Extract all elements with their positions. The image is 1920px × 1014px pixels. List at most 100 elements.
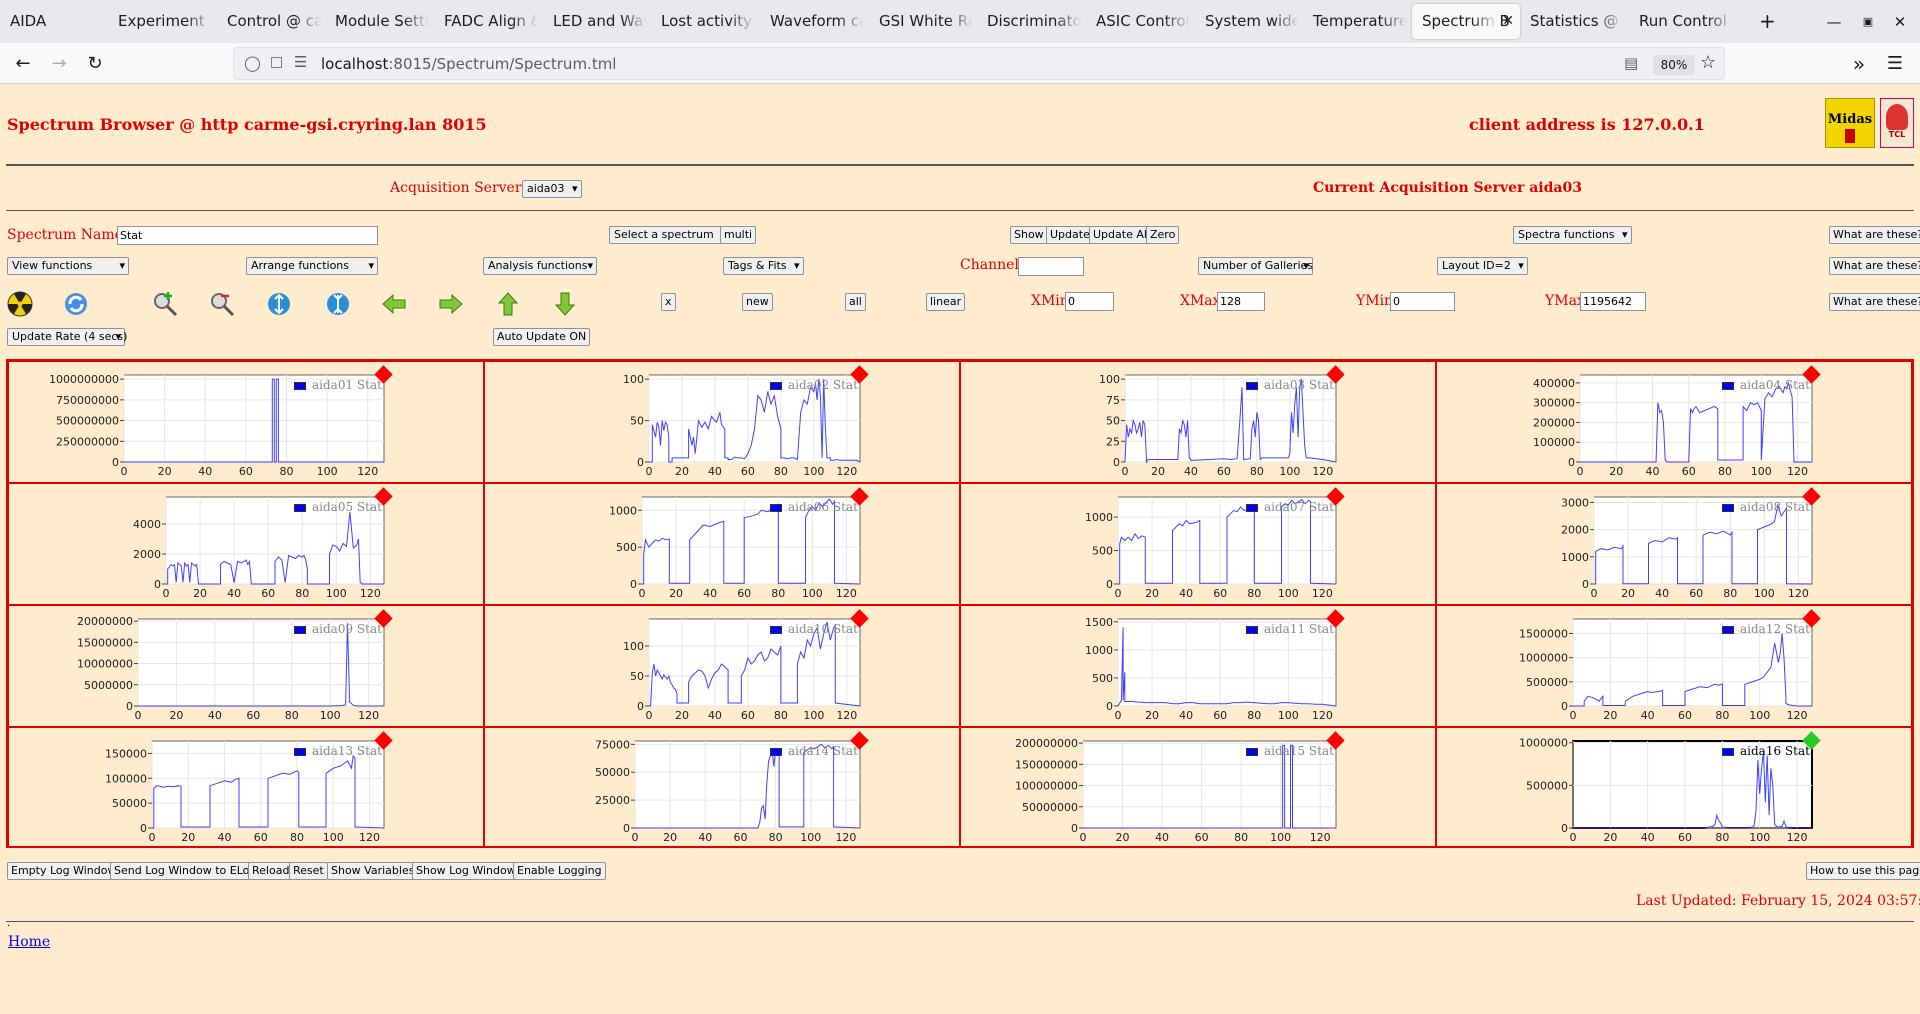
gallery-cell[interactable]: 0 20 40 60 80 100 120 0 5000000 10000000 15000000 2… xyxy=(8,605,484,727)
forward-icon[interactable]: → xyxy=(44,49,74,79)
update-rate-dropdown[interactable]: Update Rate (4 secs) xyxy=(7,328,127,346)
browser-tab[interactable]: Discriminator xyxy=(977,4,1081,39)
layout-dropdown[interactable]: Layout ID=2 xyxy=(1437,257,1528,275)
update-all-button[interactable]: Update All xyxy=(1089,226,1154,244)
how-to-use-button[interactable]: How to use this page xyxy=(1806,862,1920,880)
home-link[interactable]: Home xyxy=(8,934,50,950)
close-tab-icon[interactable]: ✕ xyxy=(1502,4,1514,39)
gallery-cell[interactable]: 0 20 40 60 80 100 120 0 25000 50000 75000 aida14 St… xyxy=(484,727,960,848)
enable-logging-button[interactable]: Enable Logging xyxy=(513,862,606,880)
select-spectrum-dropdown[interactable]: Select a spectrum xyxy=(609,226,731,244)
menu-icon[interactable]: ☰ xyxy=(1880,49,1910,79)
xmin-input[interactable]: 0 xyxy=(1065,292,1114,311)
browser-tab[interactable]: Run Control ( xyxy=(1629,4,1733,39)
spectrum-name-input[interactable]: Stat xyxy=(117,226,378,245)
url-text[interactable]: localhost:8015/Spectrum/Spectrum.tml xyxy=(321,48,616,80)
spectrum-chart[interactable]: 0 20 40 60 80 100 120 0 1000 2000 3000 xyxy=(1437,484,1912,605)
gallery-cell[interactable]: 0 20 40 60 80 100 120 0 50000000 100000000 1500000… xyxy=(960,727,1436,848)
what-are-these-button[interactable]: What are these? xyxy=(1829,226,1920,244)
compress-vertical-icon[interactable] xyxy=(324,290,352,318)
new-button[interactable]: new xyxy=(742,293,773,311)
gallery-cell[interactable]: 0 20 40 60 80 100 120 0 50 100 aida10 Stat xyxy=(484,605,960,727)
gallery-cell[interactable]: 0 20 40 60 80 100 120 0 50000 100000 150000 aida13 … xyxy=(8,727,484,848)
acq-server-select[interactable]: aida03 xyxy=(522,180,582,198)
browser-tab[interactable]: Spectrum B ✕ xyxy=(1412,4,1520,39)
multi-button[interactable]: multi xyxy=(720,226,757,244)
shield-icon[interactable]: ◯ xyxy=(244,54,261,72)
what-are-these-button[interactable]: What are these? xyxy=(1829,293,1920,311)
spectrum-chart[interactable]: 0 20 40 60 80 100 120 0 25 50 75 100 xyxy=(961,362,1436,483)
minimize-icon[interactable]: — xyxy=(1820,8,1848,36)
spectrum-chart[interactable]: 0 20 40 60 80 100 120 0 50000000 100000000 1500000… xyxy=(961,728,1436,848)
reload-button[interactable]: Reload xyxy=(248,862,294,880)
send-log-elog-button[interactable]: Send Log Window to ELog xyxy=(110,862,261,880)
spectrum-chart[interactable]: 0 20 40 60 80 100 120 0 25000 50000 75000 xyxy=(485,728,960,848)
permissions-icon[interactable]: ☰ xyxy=(294,53,307,71)
spectrum-chart[interactable]: 0 20 40 60 80 100 120 0 2000 4000 xyxy=(9,484,484,605)
ymin-input[interactable]: 0 xyxy=(1390,292,1455,311)
overflow-chevron-icon[interactable]: » xyxy=(1844,49,1874,79)
show-button[interactable]: Show xyxy=(1010,226,1048,244)
spectrum-chart[interactable]: 0 20 40 60 80 100 120 0 100000 200000 300000 400000 xyxy=(1437,362,1912,483)
radiation-icon[interactable] xyxy=(6,290,34,318)
auto-update-button[interactable]: Auto Update ON xyxy=(493,328,591,346)
gallery-cell[interactable]: 0 20 40 60 80 100 120 0 25 50 75 100 aida03 Stat xyxy=(960,361,1436,483)
browser-tab[interactable]: Control @ ca xyxy=(217,4,321,39)
number-of-galleries-dropdown[interactable]: Number of Galleries xyxy=(1198,257,1313,275)
browser-tab[interactable]: Lost activity r xyxy=(651,4,755,39)
channel-input[interactable] xyxy=(1018,257,1084,276)
gallery-cell[interactable]: 0 20 40 60 80 100 120 0 500000 1000000 aida16 Stat xyxy=(1436,727,1912,848)
what-are-these-button[interactable]: What are these? xyxy=(1829,257,1920,275)
spectrum-chart[interactable]: 0 20 40 60 80 100 120 0 500 1000 1500 xyxy=(961,606,1436,727)
back-icon[interactable]: ← xyxy=(8,49,38,79)
bookmark-star-icon[interactable]: ☆ xyxy=(1700,52,1716,73)
zoom-out-icon[interactable] xyxy=(208,290,236,318)
new-tab-button[interactable]: + xyxy=(1749,4,1779,39)
reset-button[interactable]: Reset xyxy=(289,862,328,880)
gallery-cell[interactable]: 0 20 40 60 80 100 120 0 500 1000 aida06 Stat xyxy=(484,483,960,605)
spectrum-chart[interactable]: 0 20 40 60 80 100 120 0 500 1000 xyxy=(485,484,960,605)
gallery-cell[interactable]: 0 20 40 60 80 100 120 0 100000 200000 300000 400000… xyxy=(1436,361,1912,483)
update-button[interactable]: Update xyxy=(1046,226,1094,244)
spectrum-chart[interactable]: 0 20 40 60 80 100 120 0 5000000 10000000 15000000 2… xyxy=(9,606,484,727)
arrow-left-icon[interactable] xyxy=(380,290,408,318)
browser-tab[interactable]: ASIC Control xyxy=(1086,4,1190,39)
expand-vertical-icon[interactable] xyxy=(265,290,293,318)
show-log-window-button[interactable]: Show Log Window xyxy=(412,862,520,880)
url-bar[interactable]: ◯ □ ☰ localhost:8015/Spectrum/Spectrum.t… xyxy=(233,47,1725,80)
browser-tab[interactable]: Module Setti xyxy=(325,4,429,39)
reload-icon[interactable]: ↻ xyxy=(80,49,110,79)
spectrum-chart[interactable]: 0 20 40 60 80 100 120 0 500 1000 xyxy=(961,484,1436,605)
gallery-cell[interactable]: 0 20 40 60 80 100 120 0 2000 4000 aida05 Stat xyxy=(8,483,484,605)
browser-tab[interactable]: FADC Align & xyxy=(434,4,538,39)
spectra-functions-dropdown[interactable]: Spectra functions xyxy=(1513,226,1632,244)
gallery-cell[interactable]: 0 20 40 60 80 100 120 0 500 1000 1500 aida11 Stat xyxy=(960,605,1436,727)
gallery-cell[interactable]: 0 20 40 60 80 100 120 0 50 100 aida02 Stat xyxy=(484,361,960,483)
browser-tab[interactable]: AIDA xyxy=(0,4,104,39)
browser-tab[interactable]: System wide xyxy=(1195,4,1299,39)
spectrum-chart[interactable]: 0 20 40 60 80 100 120 0 50 100 xyxy=(485,606,960,727)
zero-button[interactable]: Zero xyxy=(1146,226,1180,244)
tags-fits-dropdown[interactable]: Tags & Fits xyxy=(723,257,804,275)
spectrum-chart[interactable]: 0 20 40 60 80 100 120 0 250000000 500000000 750000… xyxy=(9,362,484,483)
spectrum-chart[interactable]: 0 20 40 60 80 100 120 0 50 100 xyxy=(485,362,960,483)
gallery-cell[interactable]: 0 20 40 60 80 100 120 0 500000 1000000 1500000 aida… xyxy=(1436,605,1912,727)
arrow-right-icon[interactable] xyxy=(437,290,465,318)
refresh-icon[interactable] xyxy=(62,290,90,318)
spectrum-chart[interactable]: 0 20 40 60 80 100 120 0 50000 100000 150000 xyxy=(9,728,484,848)
browser-tab[interactable]: Temperature xyxy=(1303,4,1407,39)
linear-button[interactable]: linear xyxy=(926,293,966,311)
browser-tab[interactable]: Experiment C xyxy=(108,4,212,39)
xmax-input[interactable]: 128 xyxy=(1217,292,1265,311)
zoom-in-icon[interactable] xyxy=(151,290,179,318)
browser-tab[interactable]: Statistics @ c xyxy=(1520,4,1624,39)
arrange-functions-dropdown[interactable]: Arrange functions xyxy=(246,257,378,275)
view-functions-dropdown[interactable]: View functions xyxy=(7,257,129,275)
spectrum-chart[interactable]: 0 20 40 60 80 100 120 0 500000 1000000 1500000 xyxy=(1437,606,1912,727)
arrow-up-icon[interactable] xyxy=(494,290,522,318)
x-button[interactable]: x xyxy=(661,293,676,311)
all-button[interactable]: all xyxy=(845,293,866,311)
analysis-functions-dropdown[interactable]: Analysis functions xyxy=(483,257,597,275)
spectrum-chart[interactable]: 0 20 40 60 80 100 120 0 500000 1000000 xyxy=(1437,728,1912,848)
gallery-cell[interactable]: 0 20 40 60 80 100 120 0 500 1000 aida07 Stat xyxy=(960,483,1436,605)
